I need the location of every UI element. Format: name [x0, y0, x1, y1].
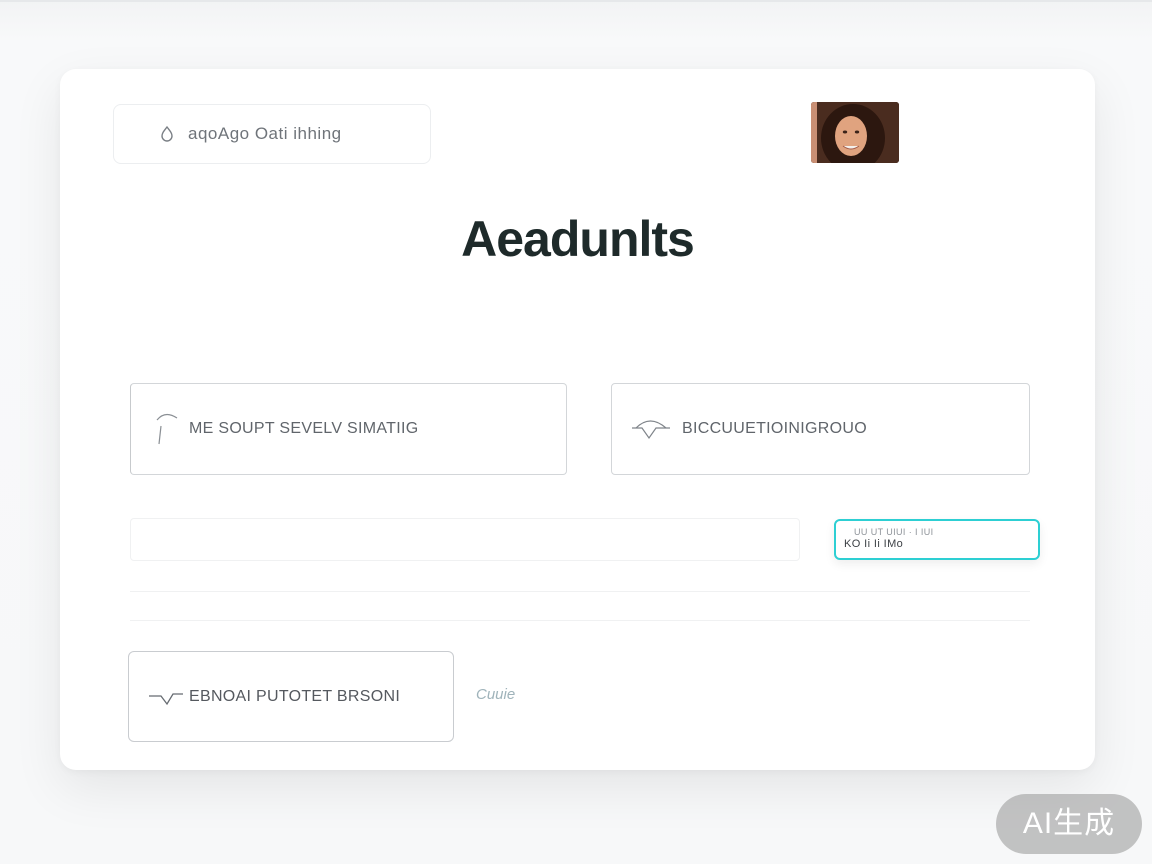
top-divider — [0, 0, 1152, 2]
action-button-line-2: KO Ii Ii IMo — [844, 538, 904, 550]
option-card-3[interactable]: EBNOAI PUTOTET BRSONI — [128, 651, 454, 742]
action-button-line-1: UU UT UIUI · I IUI — [854, 527, 934, 537]
option-icon — [632, 420, 670, 440]
option-label-2: BICCUUETIOINIGROUO — [682, 420, 867, 437]
divider — [130, 620, 1030, 621]
option-card-1[interactable]: ME SOUPT SEVELV SIMATIIG — [130, 383, 567, 475]
divider — [130, 591, 1030, 592]
text-input[interactable] — [130, 518, 800, 561]
main-card: aqoAgo Oati ihhing Aeadunlts ME SOUPT SE… — [60, 69, 1095, 770]
avatar[interactable] — [811, 102, 899, 163]
option-label-1: ME SOUPT SEVELV SIMATIIG — [189, 420, 419, 437]
drop-icon — [161, 125, 173, 142]
option-label-3: EBNOAI PUTOTET BRSONI — [189, 687, 401, 705]
page: aqoAgo Oati ihhing Aeadunlts ME SOUPT SE… — [0, 0, 1152, 864]
side-link[interactable]: Cuuie — [476, 686, 515, 703]
search-field[interactable]: aqoAgo Oati ihhing — [113, 104, 431, 164]
option-icon — [156, 413, 178, 445]
ai-generated-badge: AI生成 — [996, 794, 1142, 854]
search-label: aqoAgo Oati ihhing — [188, 124, 342, 143]
option-card-2[interactable]: BICCUUETIOINIGROUO — [611, 383, 1030, 475]
user-avatar-icon — [811, 102, 899, 163]
option-icon — [149, 693, 183, 706]
page-title: Aeadunlts — [461, 211, 695, 267]
action-button[interactable]: UU UT UIUI · I IUI KO Ii Ii IMo — [834, 519, 1040, 560]
